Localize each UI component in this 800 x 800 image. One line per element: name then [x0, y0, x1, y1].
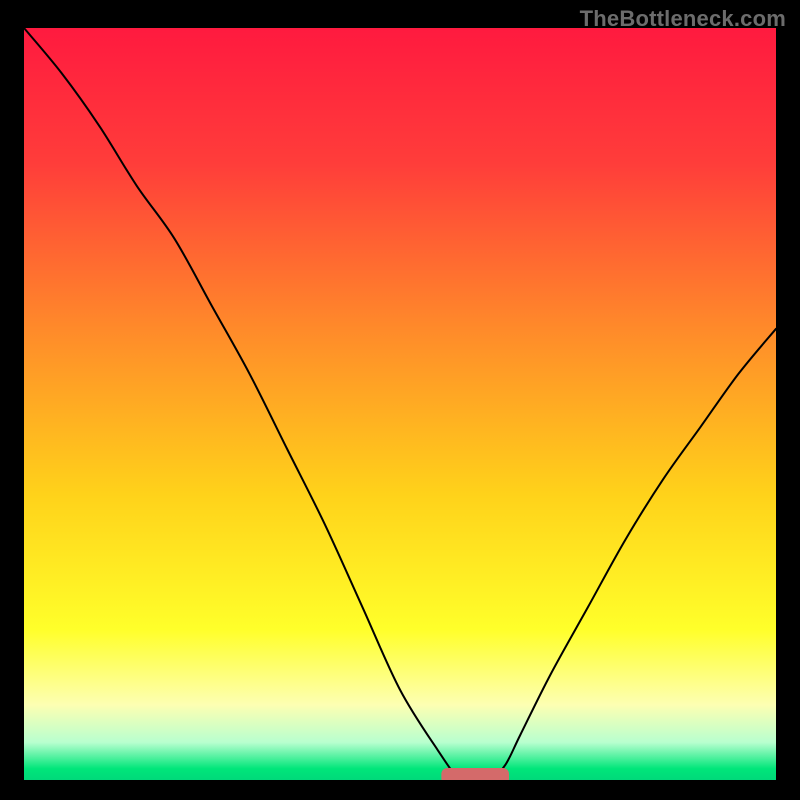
- bottleneck-chart: [24, 28, 776, 780]
- optimal-marker: [441, 768, 509, 780]
- chart-container: TheBottleneck.com: [0, 0, 800, 800]
- plot-area: [24, 28, 776, 780]
- watermark-text: TheBottleneck.com: [580, 6, 786, 32]
- gradient-background: [24, 28, 776, 780]
